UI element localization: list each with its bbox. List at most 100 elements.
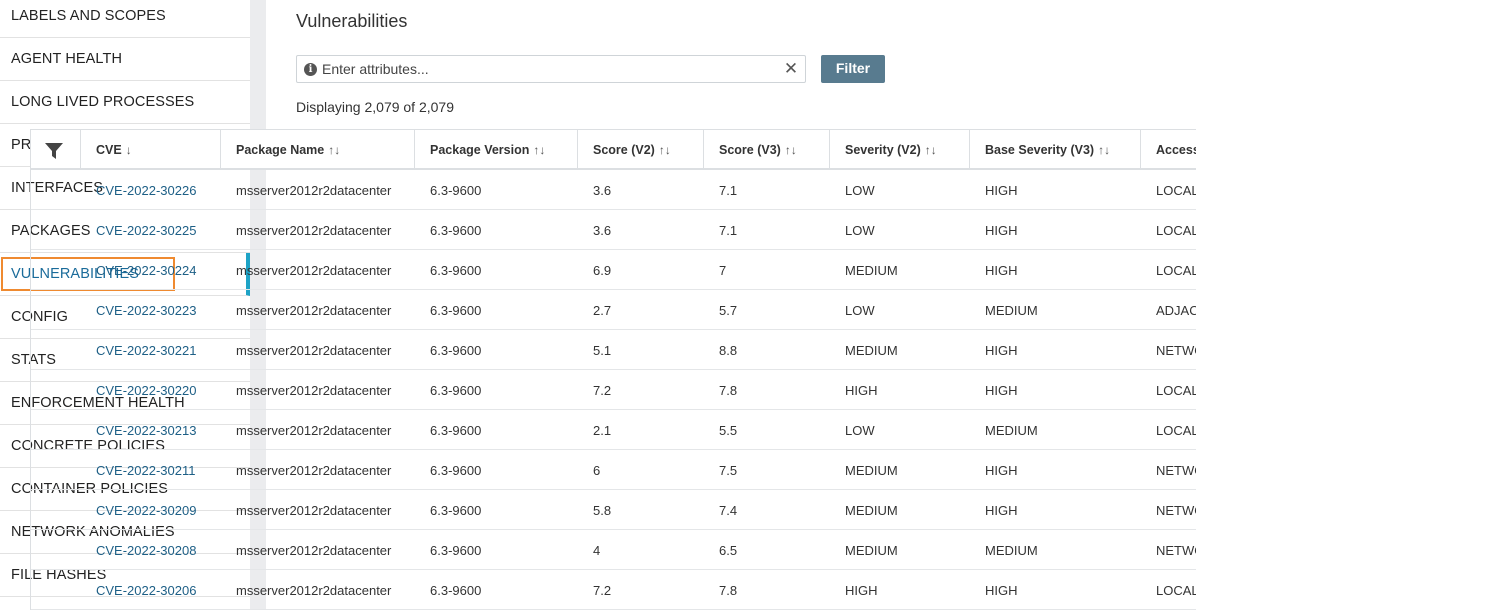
cve-link[interactable]: CVE-2022-30211 bbox=[81, 450, 221, 490]
table-cell: 3.6 bbox=[593, 182, 612, 198]
table-cell: NETWORK bbox=[1156, 502, 1196, 518]
sort-icon[interactable]: ↑↓ bbox=[785, 143, 797, 157]
cve-link[interactable]: CVE-2022-30226 bbox=[81, 170, 221, 210]
table-cell: MEDIUM bbox=[985, 422, 1038, 438]
table-cell: MEDIUM bbox=[845, 542, 898, 558]
table-row[interactable]: CVE-2022-30226 msserver2012r2datacenter 6.… bbox=[31, 170, 1196, 210]
column-header-score-v2[interactable]: Score (V2) ↑↓ bbox=[578, 130, 704, 169]
table-cell: 7.2 bbox=[593, 382, 612, 398]
column-header-base-severity-v3[interactable]: Base Severity (V3) ↑↓ bbox=[970, 130, 1141, 169]
table-cell: 5.5 bbox=[719, 422, 738, 438]
cve-link[interactable]: CVE-2022-30220 bbox=[81, 370, 221, 410]
funnel-icon[interactable] bbox=[45, 143, 63, 159]
table-cell: HIGH bbox=[845, 582, 878, 598]
table-cell: 6.3-9600 bbox=[430, 262, 482, 278]
sidebar-item-agent-health[interactable]: AGENT HEALTH bbox=[0, 38, 250, 81]
table-cell: MEDIUM bbox=[845, 342, 898, 358]
cve-link[interactable]: CVE-2022-30224 bbox=[81, 250, 221, 290]
sort-icon[interactable]: ↓ bbox=[126, 143, 132, 157]
table-cell: 7.4 bbox=[719, 502, 738, 518]
cve-link[interactable]: CVE-2022-30206 bbox=[81, 570, 221, 610]
filter-column-header[interactable] bbox=[31, 130, 81, 169]
column-header-label: Package Version bbox=[430, 142, 530, 157]
close-icon[interactable]: ✕ bbox=[781, 59, 801, 79]
sort-icon[interactable]: ↑↓ bbox=[533, 143, 545, 157]
cve-link[interactable]: CVE-2022-30225 bbox=[81, 210, 221, 250]
table-row[interactable]: CVE-2022-30224 msserver2012r2datacenter 6.… bbox=[31, 250, 1196, 290]
column-header-access[interactable]: Access bbox=[1141, 130, 1196, 169]
table-cell: 6.3-9600 bbox=[430, 542, 482, 558]
table-cell: MEDIUM bbox=[845, 462, 898, 478]
column-header-package-name[interactable]: Package Name ↑↓ bbox=[221, 130, 415, 169]
table-row[interactable]: CVE-2022-30213 msserver2012r2datacenter 6.… bbox=[31, 410, 1196, 450]
sort-icon[interactable]: ↑↓ bbox=[328, 143, 340, 157]
table-cell: 7 bbox=[719, 262, 727, 278]
cve-link[interactable]: CVE-2022-30221 bbox=[81, 330, 221, 370]
table-cell: LOCAL bbox=[1156, 262, 1196, 278]
filter-button[interactable]: Filter bbox=[821, 55, 885, 83]
table-cell: ADJACENT_NETWORK bbox=[1156, 302, 1196, 318]
table-cell: 8.8 bbox=[719, 342, 738, 358]
column-header-cve[interactable]: CVE ↓ bbox=[81, 130, 221, 169]
table-cell: 6.3-9600 bbox=[430, 502, 482, 518]
table-cell: 6.3-9600 bbox=[430, 382, 482, 398]
table-cell: HIGH bbox=[985, 262, 1018, 278]
table-cell: 6.3-9600 bbox=[430, 422, 482, 438]
table-cell: NETWORK bbox=[1156, 462, 1196, 478]
vulnerabilities-table: CVE ↓ Package Name ↑↓ Package Version ↑↓ Score… bbox=[30, 129, 1196, 610]
sidebar-item-long-lived-processes[interactable]: LONG LIVED PROCESSES bbox=[0, 81, 250, 124]
sidebar-item-label: LONG LIVED PROCESSES bbox=[11, 94, 195, 110]
column-header-severity-v2[interactable]: Severity (V2) ↑↓ bbox=[830, 130, 970, 169]
table-cell: HIGH bbox=[985, 342, 1018, 358]
search-input[interactable] bbox=[322, 59, 772, 79]
table-row[interactable]: CVE-2022-30220 msserver2012r2datacenter 6.… bbox=[31, 370, 1196, 410]
table-cell: 6.5 bbox=[719, 542, 738, 558]
table-cell: msserver2012r2datacenter bbox=[236, 222, 392, 238]
table-cell: HIGH bbox=[985, 182, 1018, 198]
table-row[interactable]: CVE-2022-30208 msserver2012r2datacenter 6.… bbox=[31, 530, 1196, 570]
table-cell: 6.3-9600 bbox=[430, 182, 482, 198]
table-cell: LOW bbox=[845, 222, 875, 238]
cve-link[interactable]: CVE-2022-30208 bbox=[81, 530, 221, 570]
table-cell: 7.2 bbox=[593, 582, 612, 598]
search-box[interactable]: i ✕ bbox=[296, 55, 806, 83]
table-cell: LOCAL bbox=[1156, 582, 1196, 598]
table-cell: 6.3-9600 bbox=[430, 302, 482, 318]
sidebar-item-labels-and-scopes[interactable]: LABELS AND SCOPES bbox=[0, 0, 250, 38]
table-row[interactable]: CVE-2022-30209 msserver2012r2datacenter 6.… bbox=[31, 490, 1196, 530]
table-cell: 4 bbox=[593, 542, 601, 558]
column-header-score-v3[interactable]: Score (V3) ↑↓ bbox=[704, 130, 830, 169]
column-header-package-version[interactable]: Package Version ↑↓ bbox=[415, 130, 578, 169]
column-header-label: Severity (V2) bbox=[845, 142, 921, 157]
column-header-label: Score (V3) bbox=[719, 142, 781, 157]
table-cell: LOCAL bbox=[1156, 422, 1196, 438]
table-cell: HIGH bbox=[985, 222, 1018, 238]
sidebar-item-label: LABELS AND SCOPES bbox=[11, 8, 166, 24]
table-cell: HIGH bbox=[985, 582, 1018, 598]
table-cell: NETWORK bbox=[1156, 342, 1196, 358]
table-row[interactable]: CVE-2022-30206 msserver2012r2datacenter 6.… bbox=[31, 570, 1196, 610]
sort-icon[interactable]: ↑↓ bbox=[925, 143, 937, 157]
info-icon[interactable]: i bbox=[304, 63, 317, 76]
sort-icon[interactable]: ↑↓ bbox=[659, 143, 671, 157]
table-cell: LOCAL bbox=[1156, 382, 1196, 398]
table-cell: 3.6 bbox=[593, 222, 612, 238]
table-cell: HIGH bbox=[985, 382, 1018, 398]
table-cell: LOW bbox=[845, 182, 875, 198]
cve-link[interactable]: CVE-2022-30213 bbox=[81, 410, 221, 450]
table-row[interactable]: CVE-2022-30221 msserver2012r2datacenter 6.… bbox=[31, 330, 1196, 370]
table-row[interactable]: CVE-2022-30223 msserver2012r2datacenter 6.… bbox=[31, 290, 1196, 330]
cve-link[interactable]: CVE-2022-30223 bbox=[81, 290, 221, 330]
table-cell: MEDIUM bbox=[845, 262, 898, 278]
table-cell: HIGH bbox=[985, 462, 1018, 478]
sort-icon[interactable]: ↑↓ bbox=[1098, 143, 1110, 157]
column-header-label: Score (V2) bbox=[593, 142, 655, 157]
result-count: Displaying 2,079 of 2,079 bbox=[296, 99, 454, 115]
table-row[interactable]: CVE-2022-30225 msserver2012r2datacenter 6.… bbox=[31, 210, 1196, 250]
table-cell: 7.8 bbox=[719, 382, 738, 398]
table-cell: 5.8 bbox=[593, 502, 612, 518]
table-cell: msserver2012r2datacenter bbox=[236, 582, 392, 598]
table-cell: msserver2012r2datacenter bbox=[236, 542, 392, 558]
table-row[interactable]: CVE-2022-30211 msserver2012r2datacenter 6.… bbox=[31, 450, 1196, 490]
cve-link[interactable]: CVE-2022-30209 bbox=[81, 490, 221, 530]
